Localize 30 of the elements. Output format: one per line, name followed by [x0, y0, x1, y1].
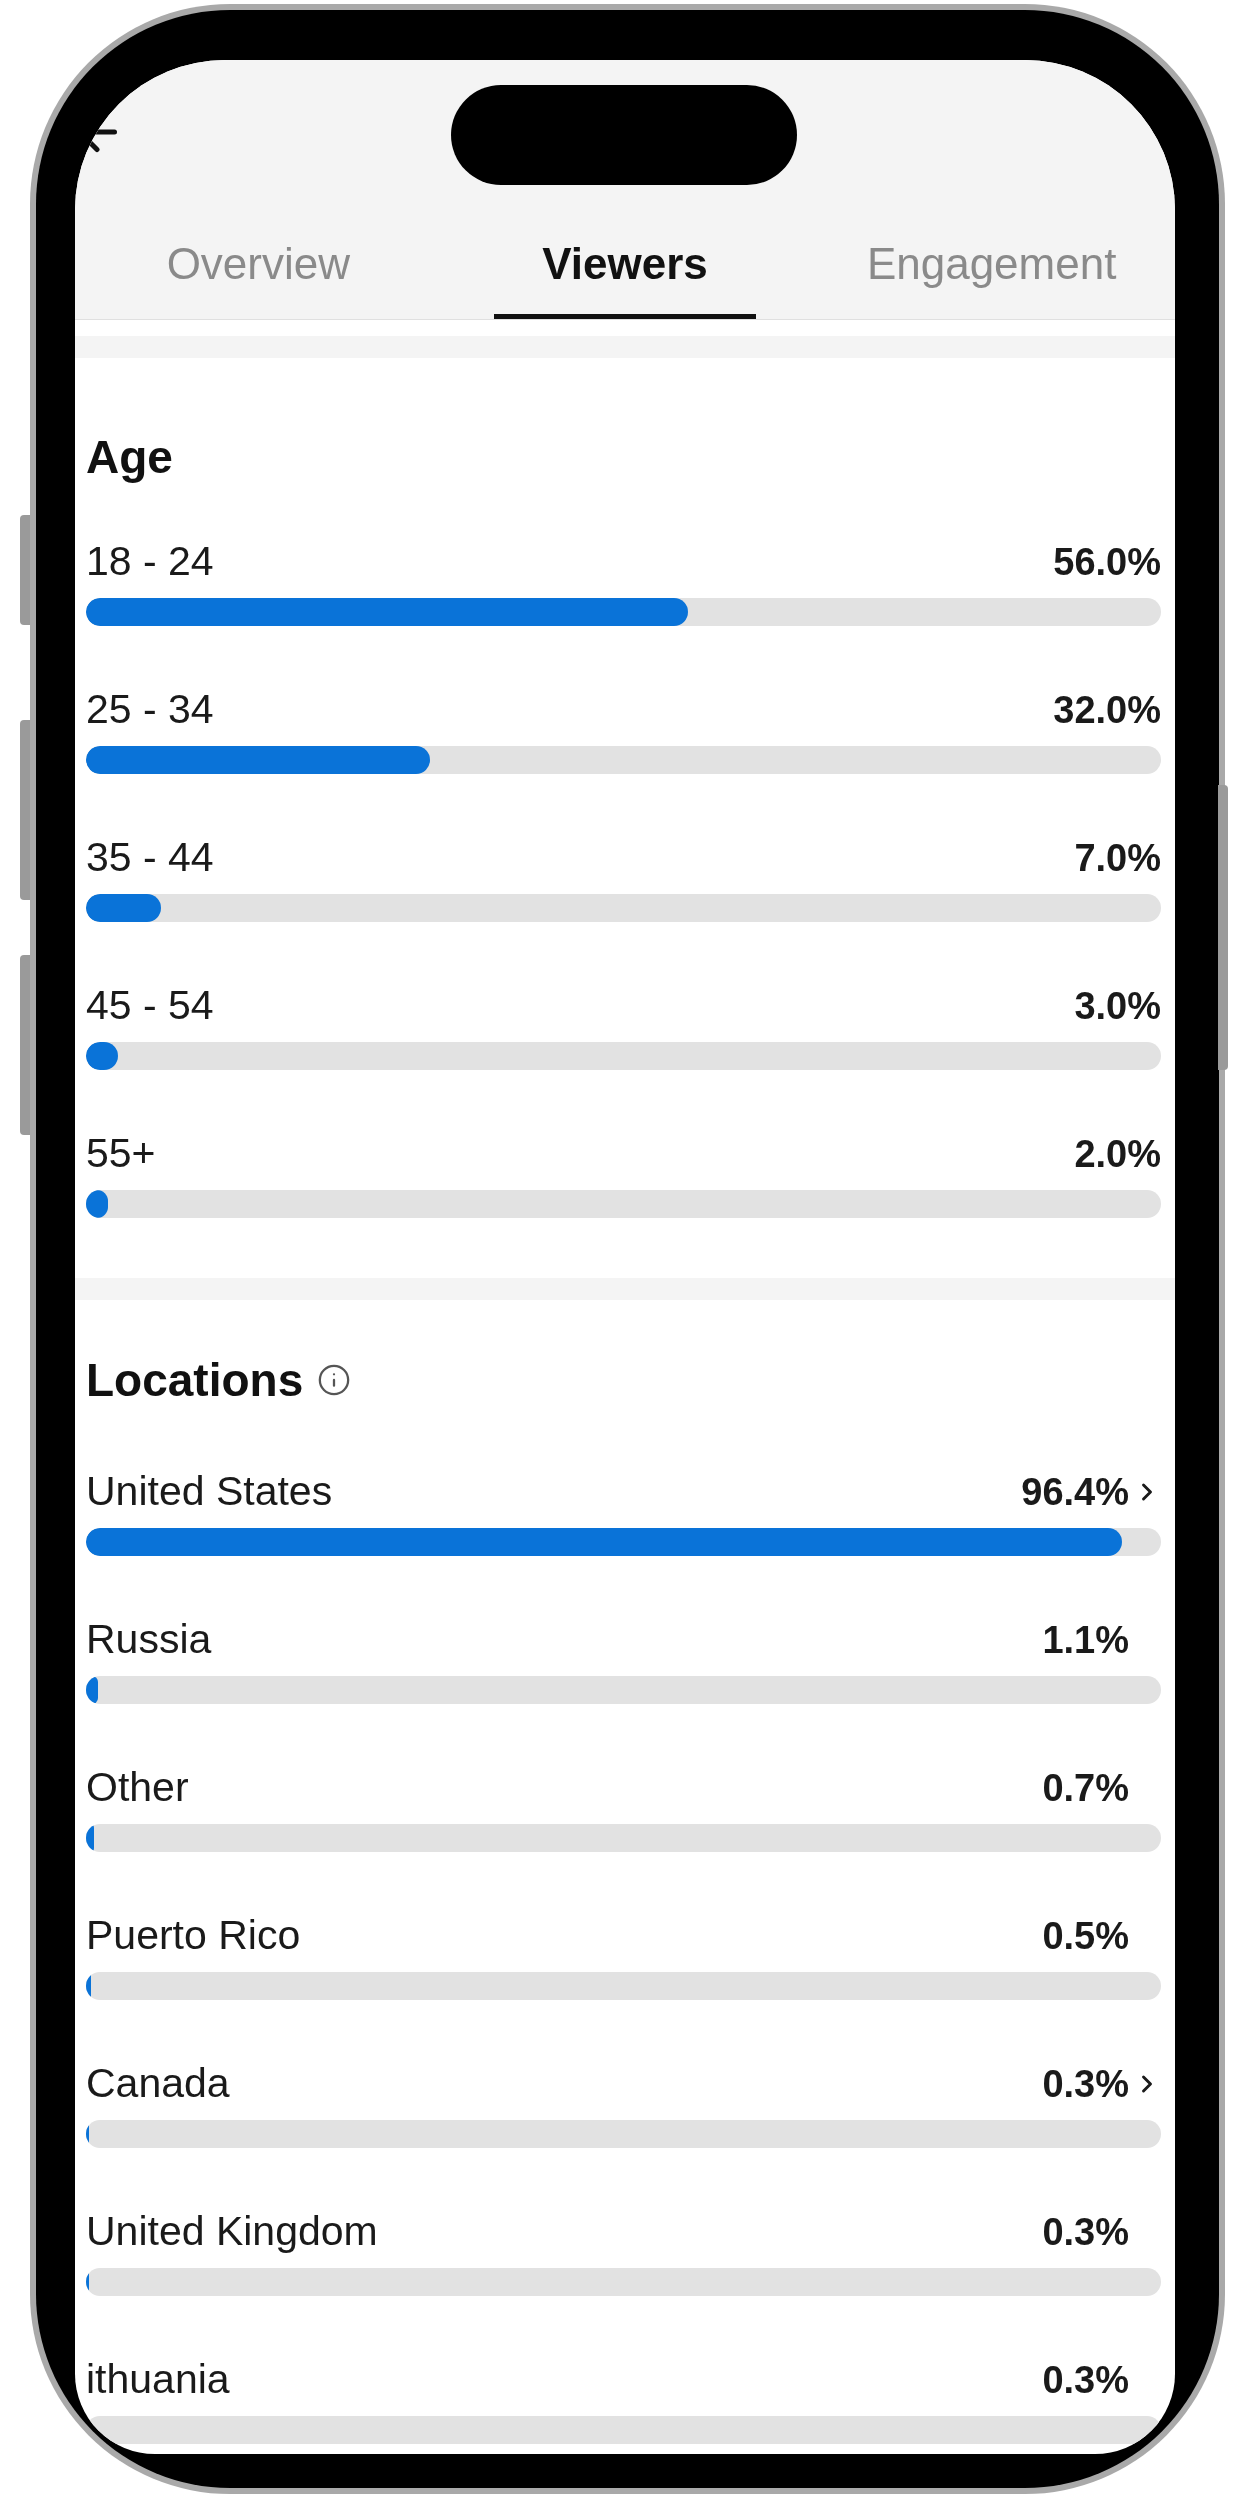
percent-value: 0.7% [1042, 1765, 1129, 1811]
percent-value: 3.0% [1074, 983, 1161, 1029]
percent-value: 2.0% [1074, 1131, 1161, 1177]
tab[interactable]: Viewers [494, 223, 756, 319]
row-label: 18 - 24 [86, 537, 214, 587]
row-label: Russia [86, 1615, 212, 1665]
percent-value: 1.1% [1042, 1617, 1129, 1663]
row-label: United Kingdom [86, 2207, 378, 2257]
percent-value: 32.0% [1053, 687, 1161, 733]
tab[interactable]: Engagement [818, 223, 1165, 319]
row-label: Other [86, 1763, 189, 1813]
row-label: United States [86, 1467, 333, 1517]
percent-value: 7.0% [1074, 835, 1161, 881]
percent-value: 0.3% [1042, 2357, 1129, 2403]
percent-value: 0.5% [1042, 1913, 1129, 1959]
row-label: Canada [86, 2059, 230, 2109]
row-label: Puerto Rico [86, 1911, 301, 1961]
percent-value: 0.3% [1042, 2209, 1129, 2255]
section-heading: Locations [86, 1352, 304, 1408]
percent-value: 96.4% [1021, 1469, 1129, 1515]
row-label: 35 - 44 [86, 833, 214, 883]
percent-value: 56.0% [1053, 539, 1161, 585]
row-label: 25 - 34 [86, 685, 214, 735]
row-label: 45 - 54 [86, 981, 214, 1031]
section-heading: Age [86, 430, 173, 485]
row-label: ithuania [86, 2355, 230, 2405]
tab[interactable]: Overview [118, 223, 398, 319]
percent-value: 0.3% [1042, 2061, 1129, 2107]
row-label: 55+ [86, 1129, 156, 1179]
info-icon[interactable] [317, 1363, 352, 1397]
